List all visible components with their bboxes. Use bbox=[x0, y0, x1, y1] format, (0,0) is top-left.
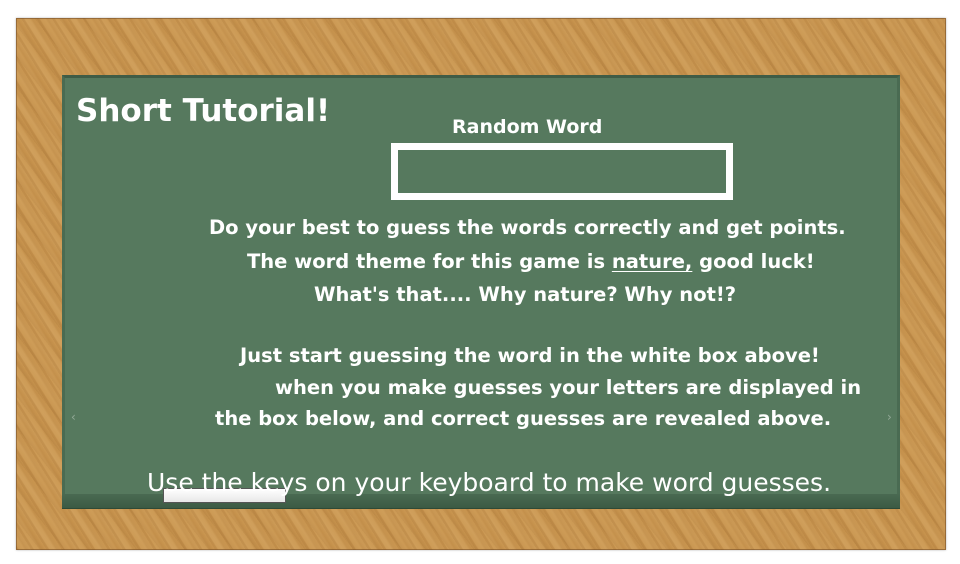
tutorial-title: Short Tutorial! bbox=[76, 93, 331, 129]
instruction-line-3: What's that.... Why nature? Why not!? bbox=[314, 283, 737, 306]
theme-text: The word theme for this game is bbox=[247, 250, 612, 273]
chevron-left-icon[interactable]: ‹ bbox=[71, 411, 76, 423]
instruction-line-1: Do your best to guess the words correctl… bbox=[209, 216, 846, 239]
random-word-box[interactable] bbox=[391, 143, 733, 200]
instruction-line-2: The word theme for this game is nature, … bbox=[247, 252, 815, 272]
random-word-label: Random Word bbox=[452, 116, 603, 138]
chevron-right-icon[interactable]: › bbox=[887, 411, 892, 423]
instruction-line-6: the box below, and correct guesses are r… bbox=[215, 407, 832, 430]
instruction-line-5: when you make guesses your letters are d… bbox=[275, 376, 862, 399]
instruction-line-4: Just start guessing the word in the whit… bbox=[240, 344, 820, 367]
keyboard-instruction: Use the keys on your keyboard to make wo… bbox=[147, 468, 832, 497]
theme-suffix: good luck! bbox=[692, 250, 815, 273]
theme-word: nature, bbox=[611, 250, 693, 273]
